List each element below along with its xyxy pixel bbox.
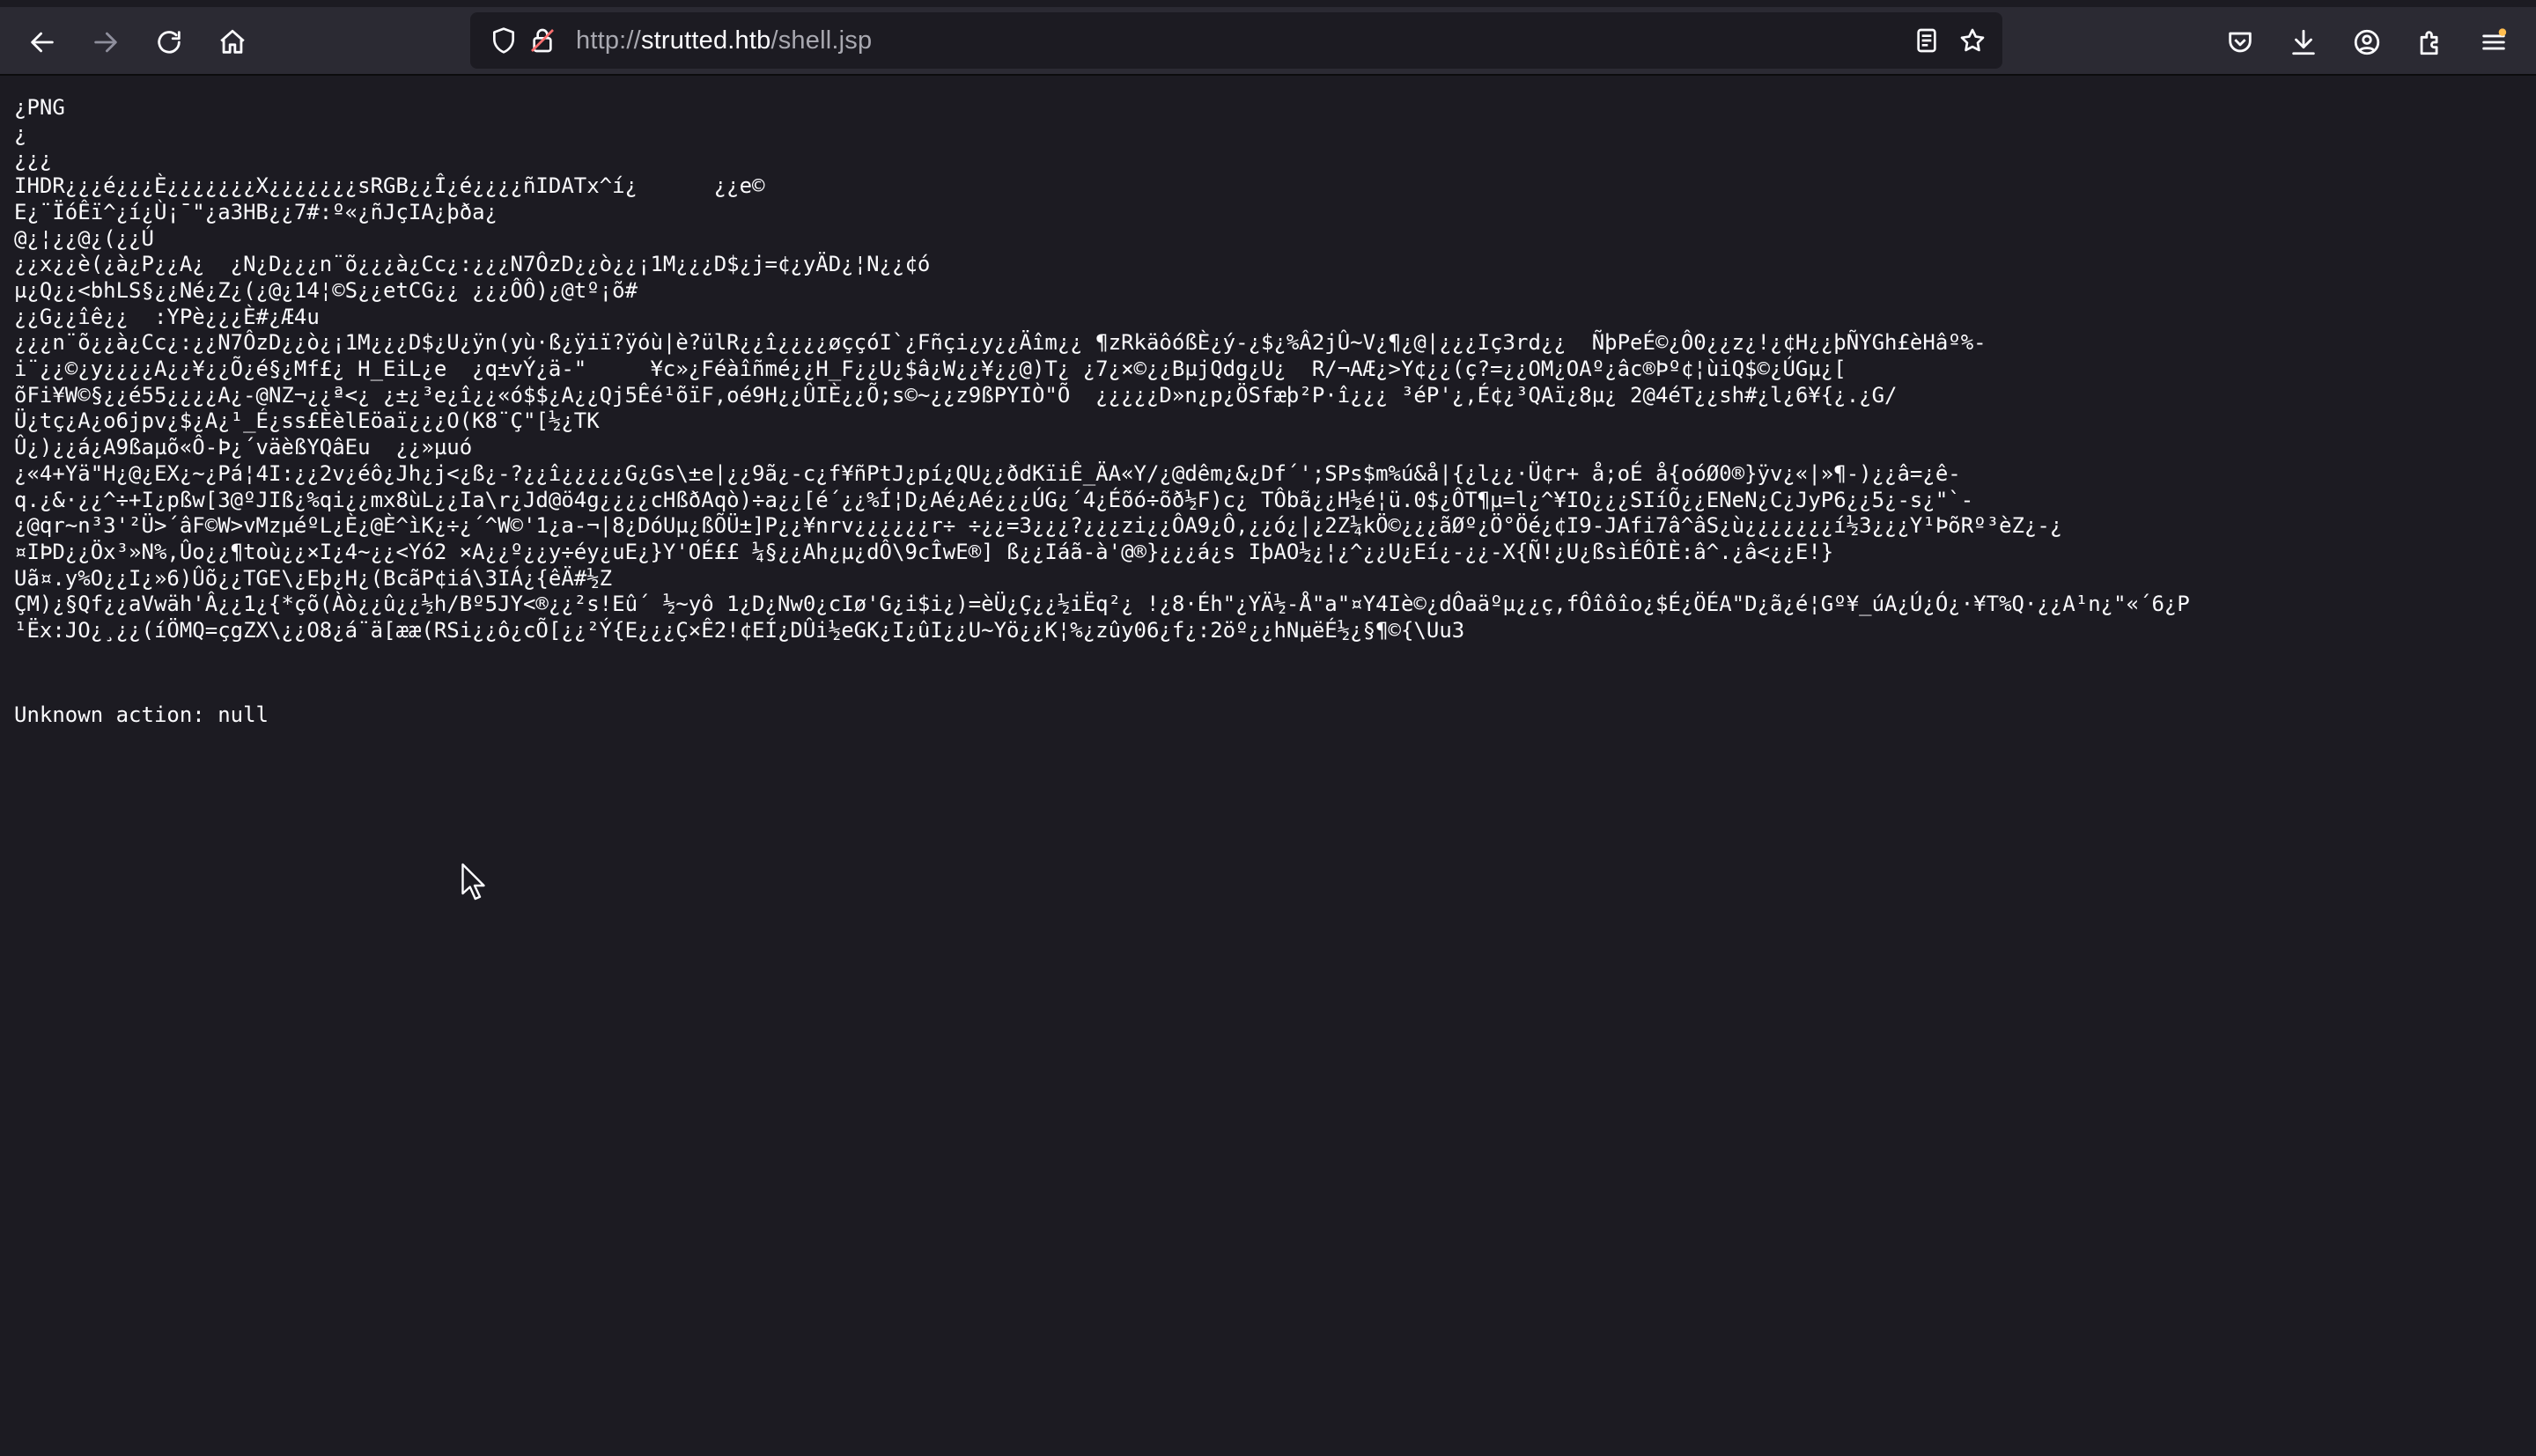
back-icon: [31, 32, 54, 53]
browser-toolbar: http://strutted.htb/shell.jsp: [0, 0, 2536, 76]
status-message: Unknown action: null: [14, 702, 269, 727]
binary-line: õFi¥W©§¿¿é55¿¿¿¿A¿-@NZ¬¿¿ª<¿ ¿±¿³e¿î¿¿«ó…: [14, 382, 1898, 408]
binary-line: @¿¦¿¿@¿(¿¿Ú: [14, 225, 154, 251]
binary-line: Uã¤.y%O¿¿I¿»6)Ûõ¿¿TGE\¿Eþ¿H¿(BcãP¢iá\3IÁ…: [14, 565, 613, 591]
app-menu-button[interactable]: [2467, 16, 2520, 69]
pocket-button[interactable]: [2214, 16, 2267, 69]
binary-png-output: ¿PNG ¿ ¿¿¿ IHDR¿¿¿é¿¿¿È¿¿¿¿¿¿¿X¿¿¿¿¿¿¿sR…: [14, 95, 2522, 644]
binary-line: ¿@qr~n³3'²Ü>´âF©W>vMzµéºL¿È¿@È^ìK¿÷¿´^W©…: [14, 513, 2063, 539]
binary-line: ¿«4+Yä"H¿@¿EX¿~¿Pá¦4I:¿¿2v¿éô¿Jh¿j<¿ß¿-?…: [14, 460, 1961, 486]
binary-line: Ü¿tç¿A¿o6jpv¿$¿A¿¹_É¿ss£ÈèlEöaï¿¿¿O(K8¨Ç…: [14, 408, 600, 434]
bookmark-star-icon: [1960, 28, 1985, 52]
binary-line: ¿¿x¿¿è(¿à¿P¿¿A¿ ¿N¿D¿¿¿n¨õ¿¿¿à¿Cc¿:¿¿¿N7…: [14, 252, 931, 277]
home-button[interactable]: [206, 16, 259, 69]
reload-icon: [158, 31, 181, 54]
url-bar[interactable]: http://strutted.htb/shell.jsp: [470, 12, 2002, 69]
binary-line: ÇM)¿§Qf¿¿aVwäh'Â¿¿1¿{*çõ(Àò¿¿û¿¿½h/Bº5JY…: [14, 592, 2190, 617]
binary-line: E¿¨ÏóÊï^¿í¿Ù¡¯"¿a3HB¿¿7#:º«¿ñJçIA¿þða¿: [14, 199, 498, 224]
binary-line: Û¿)¿¿á¿A9ßaµõ«Ô-Þ¿´väèßYQâEu ¿¿»µuó: [14, 435, 473, 460]
download-icon: [2292, 29, 2315, 55]
url-host: strutted.htb: [640, 26, 771, 55]
extensions-button[interactable]: [2404, 16, 2457, 69]
url-scheme: http://: [576, 26, 641, 55]
binary-line: ¿: [14, 121, 27, 146]
binary-line: ¤IÞD¿¿Öx³»N%,Ûo¿¿¶toù¿¿×I¿4~¿¿<Yó2 ×A¿¿º…: [14, 539, 1834, 564]
pocket-icon: [2229, 32, 2252, 53]
shield-icon: [493, 27, 514, 54]
account-icon: [2354, 29, 2380, 55]
tracking-protection-button[interactable]: [486, 23, 521, 58]
binary-line: µ¿Q¿¿<bhLS§¿¿Né¿Z¿(¿@¿14¦©S¿¿etCG¿¿ ¿¿¿Ô…: [14, 277, 638, 303]
binary-line: ¿¿G¿¿îê¿¿ :YPè¿¿¿È#¿Æ4u: [14, 304, 320, 329]
page-content: ¿PNG ¿ ¿¿¿ IHDR¿¿¿é¿¿¿È¿¿¿¿¿¿¿X¿¿¿¿¿¿¿sR…: [14, 95, 2522, 1442]
lock-icon: [531, 28, 554, 53]
binary-line: ¿PNG: [14, 95, 65, 120]
binary-line: IHDR¿¿¿é¿¿¿È¿¿¿¿¿¿¿X¿¿¿¿¿¿¿sRGB¿¿Î¿é¿¿¿¿…: [14, 173, 765, 199]
binary-line: ¿¿¿: [14, 147, 53, 173]
reload-button[interactable]: [143, 16, 195, 69]
url-path: /shell.jsp: [770, 26, 873, 55]
forward-icon: [94, 32, 117, 53]
url-text[interactable]: http://strutted.htb/shell.jsp: [576, 26, 872, 55]
reader-view-button[interactable]: [1909, 23, 1944, 58]
back-button[interactable]: [16, 16, 69, 69]
bookmark-button[interactable]: [1955, 23, 1990, 58]
menu-icon: [2482, 28, 2507, 50]
downloads-button[interactable]: [2277, 16, 2330, 69]
extensions-icon: [2420, 31, 2438, 55]
binary-line: i¨¿¿©¿y¿¿¿¿A¿¿¥¿¿Õ¿é§¿Mf£¿ H_EiL¿e ¿q±vÝ…: [14, 357, 1847, 382]
binary-line: q.¿&·¿¿^÷+I¿pßw[3@ºJIß¿%qi¿¿mx8ùL¿¿Ia\r¿…: [14, 487, 1974, 512]
reader-view-icon: [1917, 28, 1936, 53]
account-button[interactable]: [2341, 16, 2393, 69]
mouse-cursor-icon: [461, 863, 485, 901]
home-icon: [220, 29, 245, 54]
forward-button[interactable]: [79, 16, 132, 69]
binary-line: ¿¿¿n¨õ¿¿à¿Cc¿:¿¿N7ÔzD¿¿ò¿¡1M¿¿¿D$¿U¿ÿn(y…: [14, 330, 1987, 356]
binary-line: ¹Ëx:JO¿¸¿¿(íÖMQ=çgZX\¿¿O8¿á¨ä[ææ(RSi¿¿ô¿…: [14, 618, 1465, 643]
site-security-button[interactable]: [525, 23, 560, 58]
